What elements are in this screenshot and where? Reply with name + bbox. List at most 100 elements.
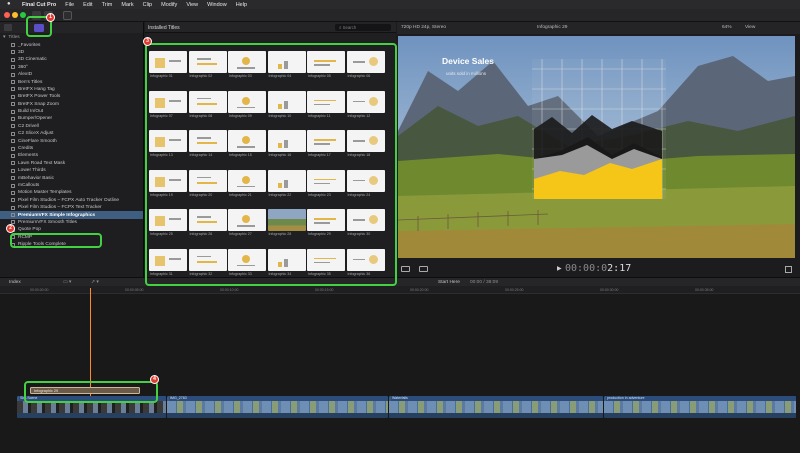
tool-select-icon[interactable]: ▭ ▾ bbox=[63, 280, 71, 285]
photos-audio-icon[interactable] bbox=[4, 24, 12, 31]
callout-badge-4: 4 bbox=[150, 375, 159, 384]
clip-filmstrip bbox=[167, 401, 388, 413]
viewer: 720p HD 24p, Stereo Infographic 29 64% V… bbox=[397, 22, 800, 277]
index-button[interactable]: Index bbox=[9, 280, 21, 285]
menu-edit[interactable]: Edit bbox=[83, 2, 92, 8]
sidebar-item[interactable]: Pixel Film Studios – FCPX Auto Tracker O… bbox=[0, 197, 143, 204]
sidebar-item[interactable]: Elements bbox=[0, 152, 143, 159]
callout-badge-3: 3 bbox=[143, 37, 152, 46]
timecode-display[interactable]: 00:00:02:17 bbox=[565, 263, 631, 274]
callout-highlight-selected-category bbox=[10, 233, 102, 248]
sidebar-root-titles[interactable]: ▾ Titles bbox=[0, 34, 143, 41]
title-folder-icon bbox=[11, 190, 15, 195]
sidebar-item[interactable]: mCallouts bbox=[0, 182, 143, 189]
menu-clip[interactable]: Clip bbox=[143, 2, 152, 8]
title-folder-icon bbox=[11, 57, 15, 62]
speed-icon[interactable] bbox=[419, 266, 428, 272]
transform-icon[interactable] bbox=[401, 266, 410, 272]
sidebar-item[interactable]: Motion Master Templates bbox=[0, 189, 143, 196]
sidebar-item-label: C2 Drivell bbox=[18, 123, 39, 129]
minimize-window-button[interactable] bbox=[12, 12, 18, 18]
title-folder-icon bbox=[11, 109, 15, 114]
close-window-button[interactable] bbox=[4, 12, 10, 18]
clip-filmstrip bbox=[389, 401, 603, 413]
search-input[interactable]: ⌕ Search bbox=[335, 24, 391, 31]
sidebar-item[interactable]: CineFlare Smooth bbox=[0, 137, 143, 144]
menu-file[interactable]: File bbox=[65, 2, 74, 8]
fullscreen-icon[interactable] bbox=[785, 266, 792, 273]
title-folder-icon bbox=[11, 161, 15, 166]
viewer-clip-name: Infographic 29 bbox=[537, 25, 568, 30]
sidebar-item-label: PremiumVFX Smooth Titles bbox=[18, 219, 77, 225]
menu-help[interactable]: Help bbox=[236, 2, 247, 8]
sidebar-item[interactable]: _Favorites bbox=[0, 41, 143, 48]
sidebar-item[interactable]: BretFX Hang Tag bbox=[0, 86, 143, 93]
sidebar-item[interactable]: PremiumVFX Simple Infographics bbox=[0, 211, 143, 219]
sidebar-item-label: 3D bbox=[18, 49, 25, 55]
menu-modify[interactable]: Modify bbox=[161, 2, 177, 8]
sidebar-header bbox=[0, 22, 143, 33]
sidebar-item[interactable]: Pixel Film Studios – FCPX Text Tracker bbox=[0, 204, 143, 211]
sidebar-item-label: AlexID bbox=[18, 72, 33, 78]
title-folder-icon bbox=[11, 80, 15, 85]
zoom-window-button[interactable] bbox=[20, 12, 26, 18]
sidebar-item[interactable]: Credits bbox=[0, 145, 143, 152]
sidebar-item[interactable]: mBehavior Basic bbox=[0, 174, 143, 181]
sidebar-item-label: CineFlare Smooth bbox=[18, 138, 57, 144]
sidebar-item-label: Build In/Out bbox=[18, 109, 44, 115]
menu-window[interactable]: Window bbox=[207, 2, 227, 8]
sidebar-item[interactable]: Lawn Road Text Mask bbox=[0, 160, 143, 167]
menu-mark[interactable]: Mark bbox=[121, 2, 133, 8]
clip-audio-waveform bbox=[17, 413, 166, 418]
sidebar-item-label: _Favorites bbox=[18, 42, 41, 48]
title-category-list: ▾ Titles _Favorites 3D 3D Cinematic 360° Ale… bbox=[0, 34, 143, 248]
apple-icon[interactable]: ● bbox=[7, 1, 11, 7]
sidebar-item[interactable]: Lower Thirds bbox=[0, 167, 143, 174]
title-folder-icon bbox=[11, 124, 15, 129]
title-folder-icon bbox=[11, 43, 15, 48]
video-clip[interactable]: production in adventure bbox=[604, 396, 796, 418]
sidebar-item[interactable]: 360° bbox=[0, 64, 143, 71]
sidebar-item[interactable]: Bumper/Opener bbox=[0, 115, 143, 122]
clip-audio-waveform bbox=[389, 413, 603, 418]
sidebar-item[interactable]: Build In/Out bbox=[0, 108, 143, 115]
ruler-tick-label: 00:00:30:00 bbox=[600, 288, 619, 292]
sidebar-item[interactable]: 3D bbox=[0, 49, 143, 56]
sidebar-item-label: mBehavior Basic bbox=[18, 175, 54, 181]
title-folder-icon bbox=[11, 168, 15, 173]
sidebar-item[interactable]: Ben's Titles bbox=[0, 78, 143, 85]
sidebar-item-label: Lawn Road Text Mask bbox=[18, 160, 66, 166]
timeline-area[interactable] bbox=[0, 294, 800, 453]
title-folder-icon bbox=[11, 65, 15, 70]
title-folder-icon bbox=[11, 176, 15, 181]
menu-trim[interactable]: Trim bbox=[102, 2, 113, 8]
viewer-frame[interactable]: Device Sales units sold in millions bbox=[398, 36, 795, 258]
project-name: Start Here bbox=[438, 279, 460, 285]
play-icon[interactable]: ▶ bbox=[557, 265, 562, 272]
ruler-tick-label: 00:00:35:00 bbox=[695, 288, 714, 292]
menu-app-name[interactable]: Final Cut Pro bbox=[22, 2, 56, 8]
sidebar-item-label: C2 SliceX Adjust bbox=[18, 131, 54, 137]
title-folder-icon bbox=[11, 50, 15, 55]
ruler-tick-label: 00:00:00:00 bbox=[30, 288, 49, 292]
arrow-tool-icon[interactable]: ➚ ▾ bbox=[91, 280, 99, 285]
video-clip[interactable]: IMG_2783 bbox=[167, 396, 388, 418]
clip-audio-waveform bbox=[167, 413, 388, 418]
zoom-dropdown[interactable]: 64% bbox=[722, 25, 732, 30]
sidebar-item[interactable]: C2 SliceX Adjust bbox=[0, 130, 143, 137]
timeline-ruler[interactable]: 00:00:00:00 00:00:05:00 00:00:10:00 00:00:1… bbox=[0, 286, 800, 294]
sidebar-item[interactable]: PremiumVFX Smooth Titles bbox=[0, 219, 143, 226]
background-tasks-icon[interactable] bbox=[63, 11, 72, 20]
sidebar-item[interactable]: BretFX Power Tools bbox=[0, 93, 143, 100]
sidebar-item[interactable]: 3D Cinematic bbox=[0, 56, 143, 63]
title-folder-icon bbox=[11, 87, 15, 92]
sidebar-item[interactable]: C2 Drivell bbox=[0, 123, 143, 130]
sidebar-item[interactable]: AlexID bbox=[0, 71, 143, 78]
video-clip[interactable]: Waterfalls bbox=[389, 396, 603, 418]
sidebar-item[interactable]: BretFX Snap Zoom bbox=[0, 101, 143, 108]
menu-view[interactable]: View bbox=[186, 2, 198, 8]
ruler-tick-label: 00:00:15:00 bbox=[315, 288, 334, 292]
view-dropdown[interactable]: View bbox=[745, 25, 755, 30]
sidebar-item-label: BretFX Hang Tag bbox=[18, 86, 55, 92]
sidebar-item-label: Elements bbox=[18, 153, 38, 159]
